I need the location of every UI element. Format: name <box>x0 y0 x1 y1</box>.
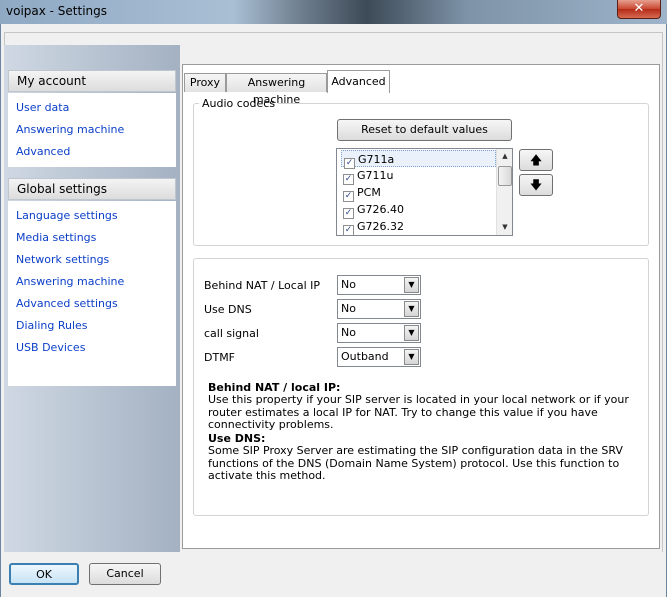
move-up-button[interactable]: 🡅 <box>519 149 553 171</box>
reset-defaults-button[interactable]: Reset to default values <box>337 119 512 141</box>
dns-select[interactable]: No ▼ <box>337 299 421 319</box>
call-signal-select[interactable]: No ▼ <box>337 323 421 343</box>
global-settings-list: Language settings Media settings Network… <box>8 201 176 386</box>
my-account-list: User data Answering machine Advanced <box>8 93 176 167</box>
scroll-down-arrow-icon[interactable]: ▼ <box>497 220 512 235</box>
chevron-down-icon[interactable]: ▼ <box>404 349 419 365</box>
sidebar: My account User data Answering machine A… <box>4 45 180 573</box>
codec-item-g711u[interactable]: ✓ G711u <box>341 167 496 185</box>
chevron-down-icon[interactable]: ▼ <box>404 325 419 341</box>
arrow-up-icon: 🡅 <box>529 153 543 167</box>
move-down-button[interactable]: 🡇 <box>519 174 553 196</box>
chevron-down-icon[interactable]: ▼ <box>404 277 419 293</box>
chevron-down-icon[interactable]: ▼ <box>404 301 419 317</box>
audio-codecs-legend: Audio codecs <box>202 97 276 110</box>
nav-language-settings[interactable]: Language settings <box>8 205 176 227</box>
nav-user-data[interactable]: User data <box>8 97 176 119</box>
ok-button[interactable]: OK <box>9 563 79 585</box>
cancel-button[interactable]: Cancel <box>89 563 161 585</box>
my-account-heading: My account <box>8 70 176 92</box>
codec-list-scrollbar[interactable]: ▲ ▼ <box>496 149 512 235</box>
dtmf-select[interactable]: Outband ▼ <box>337 347 421 367</box>
call-signal-label: call signal <box>204 327 259 340</box>
dns-help-text: Some SIP Proxy Server are estimating the… <box>208 444 623 482</box>
close-button[interactable]: ✕ <box>617 0 661 19</box>
nav-answering-machine[interactable]: Answering machine <box>8 119 176 141</box>
codec-item-g726-32[interactable]: ✓ G726.32 <box>341 218 496 235</box>
tab-advanced[interactable]: Advanced <box>327 70 390 93</box>
nat-help-text: Use this property if your SIP server is … <box>208 393 629 431</box>
window-title: voipax - Settings <box>6 4 108 18</box>
codec-item-pcm[interactable]: ✓ PCM <box>341 184 496 202</box>
codec-item-g726-40[interactable]: ✓ G726.40 <box>341 201 496 219</box>
tab-answering-machine[interactable]: Answering machine <box>226 73 327 106</box>
scroll-up-arrow-icon[interactable]: ▲ <box>497 149 512 164</box>
tab-proxy[interactable]: Proxy <box>184 73 226 92</box>
title-bar: voipax - Settings ✕ <box>0 0 667 24</box>
nav-advanced-settings[interactable]: Advanced settings <box>8 293 176 315</box>
arrow-down-icon: 🡇 <box>529 178 543 192</box>
close-icon: ✕ <box>633 1 645 16</box>
dtmf-label: DTMF <box>204 351 236 364</box>
scroll-thumb[interactable] <box>498 166 512 186</box>
nav-media-settings[interactable]: Media settings <box>8 227 176 249</box>
codec-item-g711a[interactable]: ✓ G711a <box>341 150 496 169</box>
nav-dialing-rules[interactable]: Dialing Rules <box>8 315 176 337</box>
nav-global-answering-machine[interactable]: Answering machine <box>8 271 176 293</box>
nat-select[interactable]: No ▼ <box>337 275 421 295</box>
global-settings-heading: Global settings <box>8 178 176 200</box>
nav-advanced[interactable]: Advanced <box>8 141 176 163</box>
codec-checkbox[interactable]: ✓ <box>343 225 354 235</box>
dns-label: Use DNS <box>204 303 252 316</box>
nat-label: Behind NAT / Local IP <box>204 279 320 292</box>
codec-list[interactable]: ✓ G711a ✓ G711u ✓ PCM ✓ G726.40 ✓ G726.32 ▲ ▼ <box>336 148 513 236</box>
nav-usb-devices[interactable]: USB Devices <box>8 337 176 359</box>
nav-network-settings[interactable]: Network settings <box>8 249 176 271</box>
